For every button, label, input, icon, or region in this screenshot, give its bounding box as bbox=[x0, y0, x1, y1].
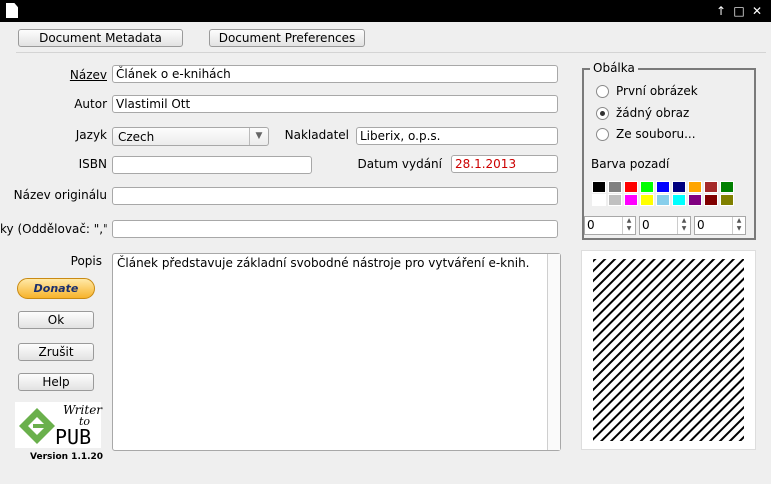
color-swatch[interactable] bbox=[608, 194, 622, 206]
color-swatch[interactable] bbox=[688, 181, 702, 193]
document-icon bbox=[6, 3, 18, 18]
version-label: Version 1.1.20 bbox=[30, 452, 104, 462]
jazyk-select[interactable]: Czech ▼ bbox=[112, 127, 269, 146]
separator bbox=[16, 52, 766, 53]
color-swatch[interactable] bbox=[704, 194, 718, 206]
spinner-arrows-icon[interactable]: ▲ ▼ bbox=[622, 217, 635, 234]
nazev-originalu-label: Název originálu bbox=[13, 188, 107, 202]
nakladatel-field[interactable]: Liberix, o.p.s. bbox=[356, 127, 558, 145]
donate-button[interactable]: Donate bbox=[17, 278, 95, 299]
writer2epub-logo: Writer to PUB bbox=[15, 402, 102, 449]
radio-first-image-label[interactable]: První obrázek bbox=[616, 84, 698, 98]
color-palette bbox=[592, 181, 742, 207]
bg-color-label: Barva pozadí bbox=[591, 157, 670, 171]
nazev-originalu-field[interactable] bbox=[112, 187, 558, 205]
blue-value: 0 bbox=[697, 218, 705, 232]
jazyk-selected-value: Czech bbox=[118, 130, 155, 144]
cover-title: Obálka bbox=[590, 61, 638, 75]
keep-above-icon[interactable]: ↑ bbox=[713, 3, 729, 19]
radio-selected-dot bbox=[600, 111, 605, 116]
klicova-slova-label: ky (Oddělovač: ",") bbox=[0, 222, 107, 236]
color-swatch[interactable] bbox=[720, 194, 734, 206]
popis-textarea[interactable]: Článek představuje základní svobodné nás… bbox=[112, 253, 561, 451]
color-swatch[interactable] bbox=[592, 181, 606, 193]
color-swatch[interactable] bbox=[656, 194, 670, 206]
preview-hatch-pattern bbox=[593, 259, 744, 441]
title-bar bbox=[0, 0, 771, 22]
maximize-icon[interactable]: □ bbox=[731, 3, 747, 19]
popis-text: Článek představuje základní svobodné nás… bbox=[117, 256, 530, 270]
logo-line3: PUB bbox=[55, 425, 92, 449]
ok-button[interactable]: Ok bbox=[18, 311, 94, 329]
chevron-down-icon[interactable]: ▼ bbox=[249, 128, 268, 145]
document-metadata-button[interactable]: Document Metadata bbox=[18, 29, 183, 47]
color-swatch[interactable] bbox=[720, 181, 734, 193]
radio-first-image[interactable] bbox=[596, 85, 609, 98]
blue-spinner[interactable]: 0 ▲ ▼ bbox=[694, 216, 746, 235]
color-swatch[interactable] bbox=[640, 181, 654, 193]
color-swatch[interactable] bbox=[608, 181, 622, 193]
color-swatch[interactable] bbox=[672, 181, 686, 193]
radio-from-file-label[interactable]: Ze souboru... bbox=[616, 127, 696, 141]
cover-preview bbox=[581, 250, 756, 450]
datum-vydani-field[interactable]: 28.1.2013 bbox=[451, 155, 558, 173]
red-spinner[interactable]: 0 ▲ ▼ bbox=[584, 216, 636, 235]
green-value: 0 bbox=[642, 218, 650, 232]
color-swatch[interactable] bbox=[624, 181, 638, 193]
color-swatch[interactable] bbox=[592, 194, 606, 206]
document-preferences-button[interactable]: Document Preferences bbox=[209, 29, 365, 47]
spinner-arrows-icon[interactable]: ▲ ▼ bbox=[732, 217, 745, 234]
datum-vydani-label: Datum vydání bbox=[357, 157, 442, 171]
help-button[interactable]: Help bbox=[18, 373, 94, 391]
nazev-label: Název bbox=[40, 68, 107, 82]
isbn-field[interactable] bbox=[112, 156, 312, 174]
color-swatch[interactable] bbox=[656, 181, 670, 193]
spinner-arrows-icon[interactable]: ▲ ▼ bbox=[677, 217, 690, 234]
color-swatch[interactable] bbox=[624, 194, 638, 206]
cancel-button[interactable]: Zrušit bbox=[18, 343, 94, 361]
autor-field[interactable]: Vlastimil Ott bbox=[112, 95, 558, 113]
color-swatch[interactable] bbox=[688, 194, 702, 206]
popis-scrollbar[interactable] bbox=[547, 254, 560, 450]
color-swatch[interactable] bbox=[672, 194, 686, 206]
nazev-label-text: Název bbox=[69, 68, 107, 82]
color-swatch[interactable] bbox=[704, 181, 718, 193]
klicova-slova-field[interactable] bbox=[112, 220, 558, 238]
jazyk-label: Jazyk bbox=[75, 128, 107, 142]
nakladatel-label: Nakladatel bbox=[284, 128, 349, 142]
autor-label: Autor bbox=[74, 97, 107, 111]
radio-no-image[interactable] bbox=[596, 107, 609, 120]
radio-no-image-label[interactable]: žádný obraz bbox=[616, 106, 689, 120]
color-swatch[interactable] bbox=[640, 194, 654, 206]
green-spinner[interactable]: 0 ▲ ▼ bbox=[639, 216, 691, 235]
radio-from-file[interactable] bbox=[596, 128, 609, 141]
nazev-field[interactable]: Článek o e-knihách bbox=[112, 65, 558, 83]
red-value: 0 bbox=[587, 218, 595, 232]
popis-label: Popis bbox=[70, 254, 102, 268]
close-icon[interactable]: ✕ bbox=[749, 3, 765, 19]
isbn-label: ISBN bbox=[78, 157, 107, 171]
